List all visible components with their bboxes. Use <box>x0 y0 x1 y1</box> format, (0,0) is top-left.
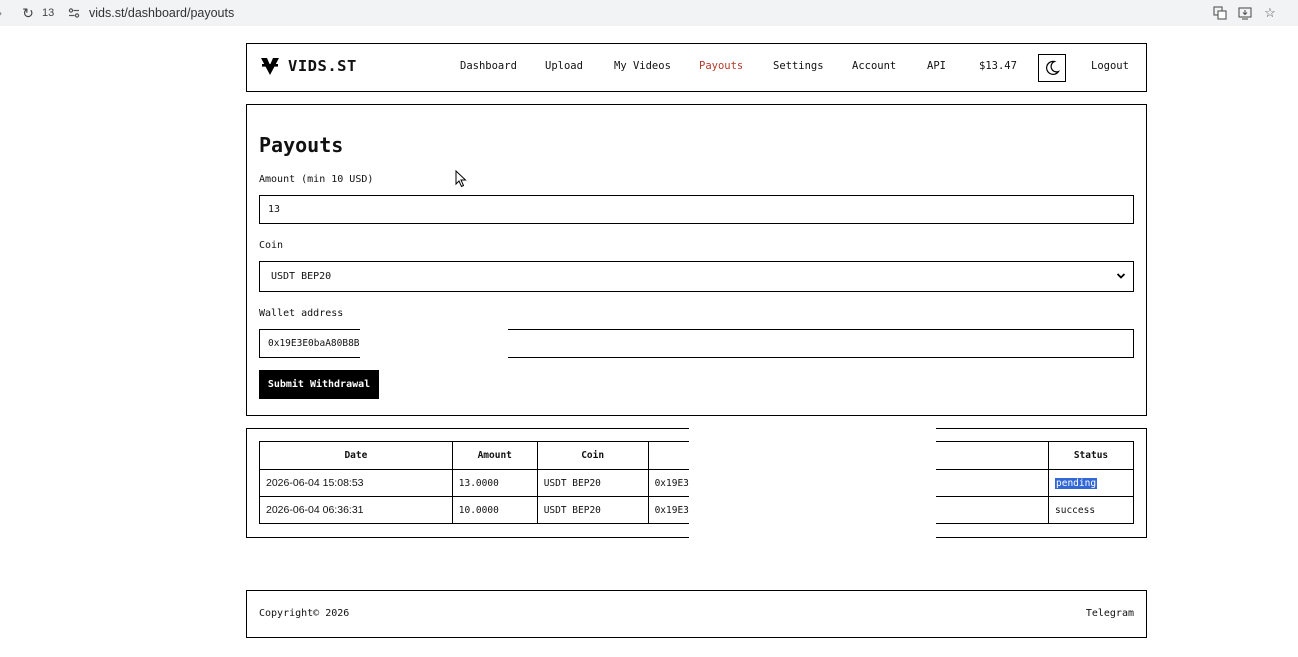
nav-upload[interactable]: Upload <box>545 60 583 72</box>
vids-logo-icon <box>261 58 279 75</box>
cell-coin: USDT BEP20 <box>536 496 649 524</box>
column-header-coin: Coin <box>536 441 649 470</box>
telegram-link[interactable]: Telegram <box>1086 608 1134 619</box>
wallet-address-value: 0x19E3E0baA80B8B <box>268 338 360 349</box>
logout-link[interactable]: Logout <box>1091 60 1129 72</box>
column-header-status: Status <box>1048 441 1134 470</box>
nav-api[interactable]: API <box>927 60 946 72</box>
wallet-address-input[interactable]: 0x19E3E0baA80B8B <box>259 328 1134 361</box>
amount-label: Amount (min 10 USD) <box>259 174 374 185</box>
nav-payouts[interactable]: Payouts <box>699 60 743 72</box>
site-settings-icon[interactable] <box>67 0 81 26</box>
bookmark-star-icon[interactable]: ☆ <box>1262 0 1278 26</box>
tab-count: 13 <box>42 7 55 19</box>
redaction-block <box>689 427 936 538</box>
coin-label: Coin <box>259 240 284 251</box>
cell-date: 2026-06-04 06:36:31 <box>259 496 453 524</box>
brand-logo[interactable]: VIDS.ST <box>260 56 357 76</box>
cell-coin: USDT BEP20 <box>536 469 649 497</box>
footer: Copyright© 2026 Telegram <box>246 590 1147 638</box>
browser-toolbar: › ↻ 13 vids.st/dashboard/payouts ☆ <box>0 0 1298 26</box>
top-navbar: VIDS.ST Dashboard Upload My Videos Payou… <box>246 43 1147 92</box>
status-text: success <box>1055 504 1096 516</box>
nav-my-videos[interactable]: My Videos <box>614 60 671 72</box>
cell-status: success <box>1048 496 1134 524</box>
reload-icon[interactable]: ↻ <box>20 0 36 26</box>
redaction-block <box>360 328 508 361</box>
amount-value: 13 <box>268 204 281 215</box>
amount-input[interactable]: 13 <box>259 195 1134 224</box>
nav-dashboard[interactable]: Dashboard <box>460 60 517 72</box>
translate-icon[interactable] <box>1212 0 1228 26</box>
cell-amount: 10.0000 <box>451 496 538 524</box>
column-header-amount: Amount <box>451 441 538 470</box>
chevron-down-icon <box>1116 273 1126 279</box>
nav-account[interactable]: Account <box>852 60 896 72</box>
cell-amount: 13.0000 <box>451 469 538 497</box>
brand-name: VIDS.ST <box>288 57 357 75</box>
address-bar[interactable]: vids.st/dashboard/payouts <box>89 0 234 26</box>
cell-date: 2026-06-04 15:08:53 <box>259 469 453 497</box>
balance-link[interactable]: $13.47 <box>979 60 1017 72</box>
install-app-icon[interactable] <box>1237 0 1253 26</box>
coin-selected-value: USDT BEP20 <box>271 271 332 282</box>
coin-select[interactable]: USDT BEP20 <box>259 261 1134 292</box>
mouse-cursor-icon <box>455 170 467 188</box>
copyright-text: Copyright© 2026 <box>259 608 350 619</box>
moon-icon <box>1046 60 1060 75</box>
page-title: Payouts <box>259 133 344 157</box>
forward-icon[interactable]: › <box>0 0 8 26</box>
payout-form-card: Payouts Amount (min 10 USD) 13 Coin USDT… <box>246 104 1147 416</box>
column-header-date: Date <box>259 441 453 470</box>
wallet-label: Wallet address <box>259 308 344 319</box>
nav-settings[interactable]: Settings <box>773 60 824 72</box>
theme-toggle-button[interactable] <box>1038 54 1066 82</box>
cell-status: pending <box>1048 469 1134 497</box>
status-text: pending <box>1055 477 1098 489</box>
submit-withdrawal-button[interactable]: Submit Withdrawal <box>259 370 379 399</box>
